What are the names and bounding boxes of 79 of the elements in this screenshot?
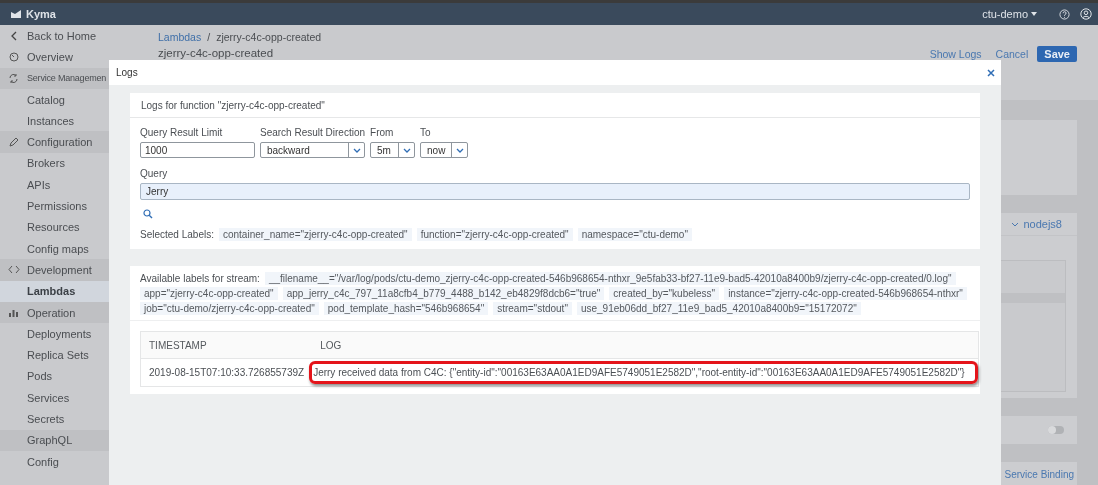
gauge-icon	[8, 51, 19, 62]
sidebar-item[interactable]: Catalog	[0, 88, 109, 111]
select-field[interactable]: 5m	[370, 142, 416, 158]
field-label: Search Result Direction	[260, 127, 366, 138]
label-tag: __filename__="/var/log/pods/ctu-demo_zjerry-c4c-opp-created-546b968654-nthxr_9e5fab33-bf27-11e9-bad5-42010a8400b9/zjerry-c4c-opp-created/0.log"	[264, 272, 956, 285]
field-label: Query	[140, 168, 169, 179]
sidebar-item[interactable]: Development	[0, 259, 109, 281]
sidebar-item[interactable]: Config	[0, 450, 109, 473]
caret-icon	[1031, 12, 1037, 16]
back-chevron-icon	[9, 30, 18, 41]
user-icon[interactable]	[1080, 8, 1092, 20]
selected-labels-caption: Selected Labels:	[140, 229, 214, 240]
field-label: To	[420, 127, 432, 138]
dialog-title: Logs	[116, 67, 138, 78]
sidebar-item[interactable]: Operation	[0, 301, 109, 324]
label-tag: job="ctu-demo/zjerry-c4c-opp-created"	[140, 302, 319, 315]
query-field[interactable]: Jerry	[140, 183, 970, 200]
sidebar-item[interactable]: Secrets	[0, 408, 109, 430]
breadcrumb-separator: /	[207, 31, 211, 43]
limit-field[interactable]: 1000	[140, 142, 255, 158]
show-logs-link[interactable]: Show Logs	[929, 48, 982, 60]
field-label: From	[370, 127, 395, 138]
sidebar-item[interactable]: Deployments	[0, 323, 109, 345]
save-button[interactable]: Save	[1037, 46, 1077, 62]
sidebar-item[interactable]: GraphQL	[0, 429, 109, 451]
sidebar-item[interactable]: Lambdas	[0, 280, 109, 302]
breadcrumb-current: zjerry-c4c-opp-created	[216, 31, 322, 43]
chevron-down-icon	[1011, 221, 1020, 227]
sidebar-item[interactable]: Resources	[0, 216, 109, 238]
sidebar-item[interactable]: Configuration	[0, 131, 109, 153]
chevron-down-icon	[352, 147, 361, 153]
sidebar-item[interactable]: Overview	[0, 46, 109, 68]
sidebar-item[interactable]: Pods	[0, 365, 109, 388]
sidebar-item[interactable]: Instances	[0, 110, 109, 132]
available-labels-caption: Available labels for stream:	[140, 273, 260, 284]
code-icon	[7, 265, 20, 275]
chevron-down-icon	[402, 147, 411, 153]
namespace-dropdown[interactable]: ctu-demo	[982, 8, 1037, 20]
label-tag: container_name="zjerry-c4c-opp-created"	[218, 228, 412, 241]
brand-name: Kyma	[26, 8, 56, 20]
label-tag: app="zjerry-c4c-opp-created"	[140, 287, 278, 300]
label-tag: pod_template_hash="546b968654"	[323, 302, 489, 315]
chart-icon	[8, 307, 19, 318]
sidebar-item[interactable]: Replica Sets	[0, 344, 109, 366]
label-tag: created_by="kubeless"	[609, 287, 720, 300]
sidebar-item[interactable]: Permissions	[0, 195, 109, 217]
label-tag: use_91eb06dd_bf27_11e9_bad5_42010a8400b9="15172072"	[576, 302, 861, 315]
column-header: TIMESTAMP	[140, 331, 313, 359]
pencil-icon	[8, 136, 19, 148]
label-tag: function="zjerry-c4c-opp-created"	[416, 228, 573, 241]
help-icon[interactable]	[1059, 8, 1070, 20]
close-icon[interactable]	[987, 68, 995, 77]
sidebar-item[interactable]: APIs	[0, 174, 109, 196]
cycle-icon	[8, 72, 19, 84]
search-icon[interactable]	[143, 209, 153, 219]
page-title: zjerry-c4c-opp-created	[158, 47, 275, 59]
select-field[interactable]: now	[420, 142, 469, 158]
breadcrumb-link[interactable]: Lambdas	[158, 31, 202, 43]
logo-icon	[10, 9, 22, 19]
cancel-link[interactable]: Cancel	[995, 48, 1029, 60]
chevron-down-icon	[455, 147, 464, 153]
sidebar-item[interactable]: Services	[0, 387, 109, 409]
sidebar-item[interactable]: Service Managemen	[0, 67, 109, 89]
sidebar-item[interactable]: Back to Home	[0, 25, 109, 47]
sidebar-item[interactable]: Config maps	[0, 237, 109, 260]
column-header: LOG	[312, 331, 979, 359]
label-tag: app_jerry_c4c_797_11a8cfb4_b779_4488_b142_eb4829f8dcb6="true"	[282, 287, 605, 300]
select-field[interactable]: backward	[260, 142, 366, 158]
log-message: Jerry received data from C4C: {"entity-id":"00163E63AA0A1ED9AFE5749051E2582D","root-entity-id":"00163E63AA0A1ED9AFE5749051E2582D"}	[313, 367, 965, 378]
runtime-dropdown[interactable]: nodejs8	[1011, 218, 1062, 230]
panel-heading: Logs for function "zjerry-c4c-opp-created"	[141, 99, 325, 111]
toggle-switch[interactable]	[1048, 426, 1064, 434]
label-tag: namespace="ctu-demo"	[577, 228, 692, 241]
service-binding-link[interactable]: Service Binding	[1004, 469, 1074, 485]
field-label: Query Result Limit	[140, 127, 224, 138]
table-cell: 2019-08-15T07:10:33.726855739Z	[140, 358, 313, 387]
sidebar-item[interactable]: Brokers	[0, 152, 109, 175]
label-tag: stream="stdout"	[493, 302, 572, 315]
label-tag: instance="zjerry-c4c-opp-created-546b968654-nthxr"	[724, 287, 967, 300]
